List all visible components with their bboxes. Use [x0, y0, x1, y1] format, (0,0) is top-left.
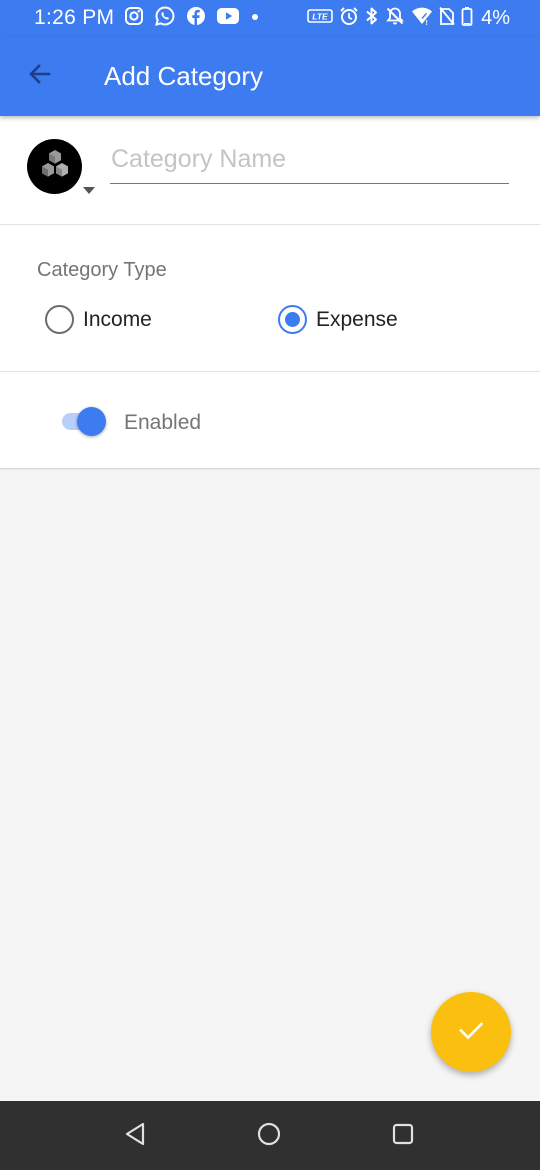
save-fab-button[interactable]	[431, 992, 511, 1072]
toggle-thumb	[77, 407, 106, 436]
nav-recent-button[interactable]	[390, 1123, 416, 1149]
app-bar: Add Category	[0, 36, 540, 116]
status-time: 1:26 PM	[34, 6, 115, 29]
system-icons: LTE ! 4%	[307, 6, 510, 31]
svg-text:LTE: LTE	[312, 11, 328, 21]
enabled-section: Enabled	[0, 372, 540, 469]
dot-icon	[250, 9, 260, 27]
svg-text:!: !	[426, 20, 428, 26]
expense-label: Expense	[316, 307, 398, 331]
category-name-input[interactable]	[110, 142, 509, 184]
battery-icon	[461, 6, 473, 31]
category-type-label: Category Type	[37, 259, 167, 281]
caret-down-icon[interactable]	[82, 182, 96, 200]
income-label: Income	[83, 307, 152, 331]
alarm-icon	[339, 6, 359, 31]
nav-home-icon	[256, 1121, 282, 1152]
nav-recent-icon	[391, 1122, 415, 1151]
whatsapp-icon	[154, 5, 176, 32]
notification-icons	[124, 5, 260, 32]
youtube-icon	[216, 7, 240, 30]
category-icon-picker[interactable]	[27, 139, 82, 194]
check-icon	[456, 1015, 486, 1050]
category-type-section: Category Type Income Expense	[0, 225, 540, 372]
wifi-icon: !	[411, 6, 433, 31]
expense-radio[interactable]: Expense	[278, 305, 398, 334]
radio-checked-icon	[278, 305, 307, 334]
arrow-left-icon	[27, 61, 53, 92]
enabled-toggle[interactable]	[62, 407, 106, 436]
enabled-label: Enabled	[124, 411, 202, 434]
category-name-row	[0, 116, 540, 225]
page-title: Add Category	[104, 60, 263, 91]
instagram-icon	[124, 6, 144, 31]
back-button[interactable]	[0, 36, 80, 116]
no-sim-icon	[439, 6, 455, 31]
volte-icon: LTE	[307, 7, 333, 30]
bluetooth-icon	[365, 6, 379, 31]
system-nav-bar	[0, 1101, 540, 1170]
income-radio[interactable]: Income	[45, 305, 152, 334]
battery-percent: 4%	[481, 6, 510, 29]
cubes-icon	[38, 147, 72, 186]
status-bar: 1:26 PM LTE ! 4%	[0, 0, 540, 36]
facebook-icon	[186, 6, 206, 31]
nav-back-button[interactable]	[122, 1121, 148, 1152]
nav-back-icon	[123, 1121, 147, 1152]
radio-unchecked-icon	[45, 305, 74, 334]
nav-home-button[interactable]	[256, 1121, 282, 1152]
mute-icon	[385, 6, 405, 31]
